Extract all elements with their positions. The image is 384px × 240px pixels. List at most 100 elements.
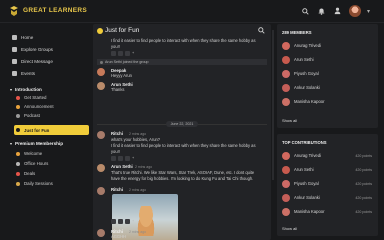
- message-author[interactable]: Arun Sethi: [111, 164, 133, 169]
- contributor-points: 420 points: [355, 154, 372, 158]
- sidebar-item-label: Just for Fun: [24, 127, 50, 133]
- avatar: [282, 165, 290, 174]
- member-name: Piyush Goyal: [294, 71, 319, 76]
- avatar[interactable]: [97, 164, 105, 172]
- message-time: 2 mins ago: [135, 164, 153, 169]
- sidebar-item-get-started[interactable]: Get Started: [16, 93, 46, 102]
- sidebar-item-deals[interactable]: Deals: [16, 169, 35, 178]
- smile-icon: [97, 28, 103, 34]
- section-introduction[interactable]: ▾ Introduction: [10, 87, 42, 92]
- avatar: [282, 207, 290, 216]
- contributors-panel: TOP CONTRIBUTIONS Anurag Trivedi 420 poi…: [277, 134, 378, 236]
- message-author[interactable]: Ritchi: [111, 131, 123, 136]
- smile-icon: [16, 128, 20, 132]
- avatar[interactable]: [97, 68, 105, 76]
- contributor-name: Manisha Kapoor: [294, 209, 325, 214]
- sidebar-item-podcast[interactable]: Podcast: [16, 111, 40, 120]
- avatar[interactable]: [348, 5, 361, 17]
- contributor-item[interactable]: Arun Sethi: [282, 165, 314, 174]
- contributor-item[interactable]: Manisha Kapoor: [282, 207, 325, 216]
- contributor-item[interactable]: Ankur Solanki: [282, 193, 320, 202]
- show-all-contributors-link[interactable]: Show all: [282, 226, 297, 231]
- scrollbar[interactable]: [272, 30, 274, 180]
- sidebar-item-label: Office Hours: [24, 161, 49, 166]
- date-divider: June 22, 2021: [166, 121, 198, 127]
- system-message: Arun Sethi joined the group: [97, 59, 267, 65]
- sidebar-item-welcome[interactable]: Welcome: [16, 149, 42, 158]
- chevron-down-icon[interactable]: ▾: [367, 8, 370, 15]
- message-text: I find it easier to find people to inter…: [111, 143, 256, 154]
- members-panel: 289 MEMBERS Anurag Trivedi Arun Sethi Pi…: [277, 24, 378, 128]
- sidebar-item-announcement[interactable]: Announcement: [16, 102, 54, 111]
- megaphone-icon: [16, 104, 20, 109]
- members-title: 289 MEMBERS: [282, 30, 312, 35]
- message-text: Heyyy Arun: [111, 73, 132, 78]
- contributor-item[interactable]: Piyush Goyal: [282, 179, 319, 188]
- avatar: [282, 151, 290, 160]
- member-item[interactable]: Manisha Kapoor: [282, 97, 325, 106]
- chevron-down-icon: ▾: [10, 87, 13, 92]
- sidebar-item-just-for-fun-label[interactable]: Just for Fun: [16, 125, 49, 135]
- info-icon: [100, 60, 103, 64]
- message-text: what's your hobbies, Arun?: [111, 137, 161, 142]
- member-name: Manisha Kapoor: [294, 99, 325, 104]
- brand-name: GREAT LEARNERS: [23, 7, 88, 14]
- sidebar-item-daily-sessions[interactable]: Daily Sessions: [16, 179, 53, 188]
- contributor-points: 420 points: [355, 210, 372, 214]
- avatar[interactable]: [97, 187, 105, 195]
- reactions[interactable]: +: [111, 50, 134, 56]
- add-reaction-icon[interactable]: +: [132, 51, 134, 55]
- sidebar-item-label: Events: [21, 70, 36, 76]
- contributor-name: Anurag Trivedi: [294, 153, 321, 158]
- message-author[interactable]: Ritchi: [111, 187, 123, 192]
- search-icon[interactable]: [258, 27, 265, 36]
- avatar: [282, 55, 290, 64]
- sidebar-item-direct-message[interactable]: Direct Message: [12, 56, 53, 66]
- logo-icon: [10, 6, 18, 16]
- member-item[interactable]: Arun Sethi: [282, 55, 314, 64]
- search-icon[interactable]: [301, 6, 311, 16]
- sidebar-item-home[interactable]: Home: [12, 32, 33, 42]
- member-name: Anurag Trivedi: [294, 43, 321, 48]
- avatar: [282, 193, 290, 202]
- bell-icon[interactable]: [317, 6, 327, 16]
- reactions[interactable]: +: [111, 155, 134, 161]
- contributor-points: 420 points: [355, 196, 372, 200]
- top-bar: GREAT LEARNERS ▾: [0, 0, 384, 23]
- sidebar-item-label: Daily Sessions: [24, 181, 53, 186]
- add-reaction-icon[interactable]: +: [132, 156, 134, 160]
- reactions[interactable]: +: [111, 218, 134, 224]
- avatar[interactable]: [97, 82, 105, 90]
- sidebar-item-events[interactable]: Events: [12, 68, 35, 78]
- sidebar-item-label: Home: [21, 34, 34, 40]
- contributor-points: 420 points: [355, 168, 372, 172]
- avatar[interactable]: [97, 229, 105, 237]
- clock-icon: [16, 161, 20, 166]
- message-icon: [12, 58, 17, 64]
- tag-icon: [16, 171, 20, 176]
- calendar-icon: [12, 70, 17, 76]
- show-all-members-link[interactable]: Show all: [282, 118, 297, 123]
- avatar[interactable]: [97, 131, 105, 139]
- contributor-item[interactable]: Anurag Trivedi: [282, 151, 321, 160]
- add-reaction-icon[interactable]: +: [132, 219, 134, 223]
- sidebar-item-label: Podcast: [24, 113, 40, 118]
- member-item[interactable]: Piyush Goyal: [282, 69, 319, 78]
- chat-panel: Just for Fun I find it easier to find pe…: [93, 24, 271, 240]
- member-name: Ankur Solanki: [294, 85, 320, 90]
- section-premium-membership[interactable]: ▾ Premium Membership: [10, 141, 63, 146]
- section-label: Introduction: [15, 87, 42, 92]
- message-text: AGGHH: [111, 234, 127, 239]
- contributor-name: Arun Sethi: [294, 167, 314, 172]
- get-started-icon: [16, 95, 20, 100]
- sidebar-item-label: Welcome: [24, 151, 43, 156]
- chevron-down-icon: ▾: [10, 141, 13, 146]
- member-item[interactable]: Anurag Trivedi: [282, 41, 321, 50]
- contributor-name: Piyush Goyal: [294, 181, 319, 186]
- sidebar-item-office-hours[interactable]: Office Hours: [16, 159, 48, 168]
- section-label: Premium Membership: [15, 141, 64, 146]
- sidebar-item-explore-groups[interactable]: Explore Groups: [12, 44, 53, 54]
- contributors-title: TOP CONTRIBUTIONS: [282, 140, 327, 145]
- member-item[interactable]: Ankur Solanki: [282, 83, 320, 92]
- user-icon[interactable]: [333, 6, 343, 16]
